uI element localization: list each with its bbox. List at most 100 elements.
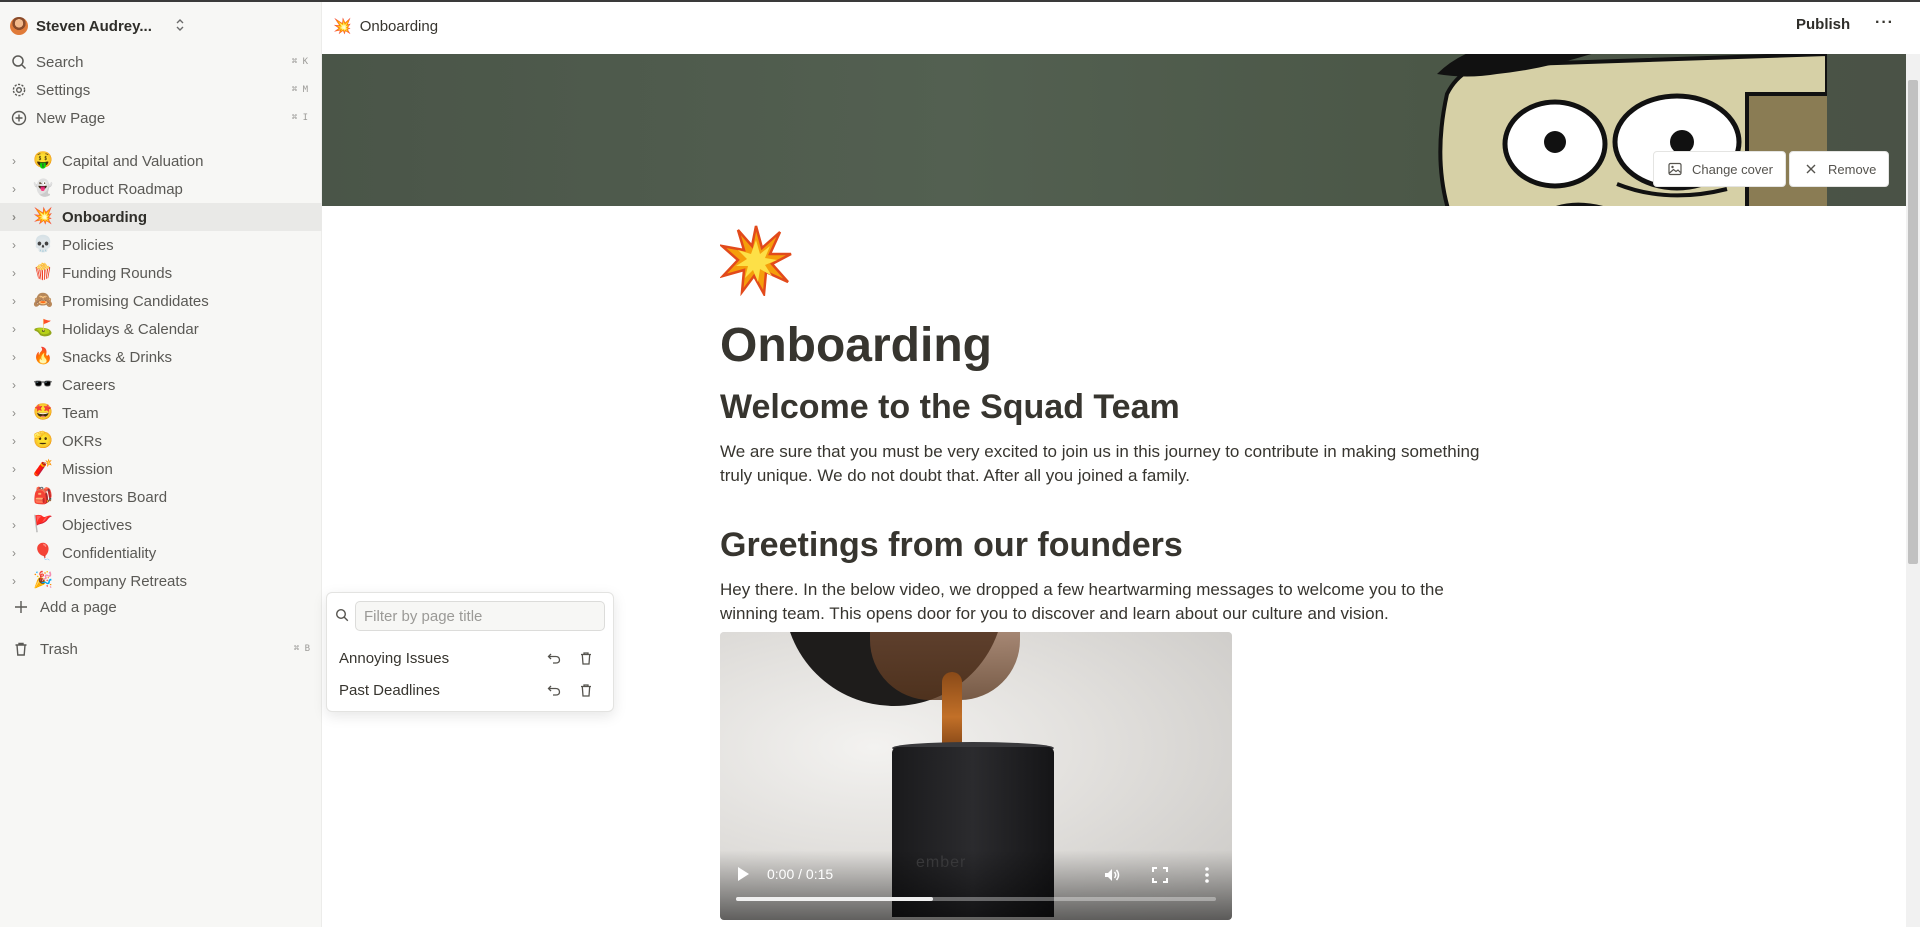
breadcrumb[interactable]: 💥 Onboarding — [333, 17, 438, 36]
chevron-right-icon[interactable]: › — [12, 350, 26, 364]
trash-list-item[interactable]: Past Deadlines — [327, 675, 613, 705]
page-label: Product Roadmap — [62, 180, 183, 198]
delete-icon[interactable] — [577, 649, 595, 667]
workspace-switcher[interactable]: Steven Audrey... — [10, 13, 184, 39]
search-button[interactable]: Search ⌘ K — [10, 49, 310, 75]
settings-button[interactable]: Settings ⌘ M — [10, 77, 310, 103]
page-tree: › 🤑 Capital and Valuation › 👻 Product Roadmap… — [0, 147, 322, 595]
chevron-right-icon[interactable]: › — [12, 574, 26, 588]
search-icon — [10, 53, 28, 71]
settings-label: Settings — [36, 81, 91, 99]
plus-circle-icon — [10, 109, 28, 127]
sidebar-page-item[interactable]: › ⛳ Holidays & Calendar — [0, 315, 322, 343]
page-emoji: 🙈 — [33, 292, 53, 309]
sidebar-page-item[interactable]: › 🔥 Snacks & Drinks — [0, 343, 322, 371]
chevron-right-icon[interactable]: › — [12, 154, 26, 168]
image-icon — [1666, 160, 1684, 178]
chevron-right-icon[interactable]: › — [12, 406, 26, 420]
page-emoji: 🧨 — [33, 460, 53, 477]
sidebar-page-item[interactable]: › 🎒 Investors Board — [0, 483, 322, 511]
trash-shortcut: ⌘ B — [293, 644, 310, 654]
sidebar-page-item[interactable]: › 💥 Onboarding — [0, 203, 322, 231]
page-emoji: 🤑 — [33, 152, 53, 169]
scrollbar-thumb[interactable] — [1908, 80, 1918, 564]
sidebar-page-item[interactable]: › 👻 Product Roadmap — [0, 175, 322, 203]
page-label: Investors Board — [62, 488, 168, 506]
chevron-right-icon[interactable]: › — [12, 266, 26, 280]
chevron-right-icon[interactable]: › — [12, 490, 26, 504]
workspace-name: Steven Audrey... — [36, 17, 152, 35]
page-emoji: 🎒 — [33, 488, 53, 505]
search-icon — [335, 608, 351, 624]
delete-icon[interactable] — [577, 681, 595, 699]
chevron-right-icon[interactable]: › — [12, 322, 26, 336]
play-icon[interactable] — [736, 866, 752, 882]
change-cover-label: Change cover — [1692, 161, 1773, 177]
sidebar-page-item[interactable]: › 🕶️ Careers — [0, 371, 322, 399]
breadcrumb-emoji: 💥 — [333, 18, 352, 35]
page-emoji: 💀 — [33, 236, 53, 253]
gear-icon — [10, 81, 28, 99]
restore-icon[interactable] — [545, 681, 563, 699]
more-vertical-icon[interactable] — [1198, 866, 1216, 884]
chevron-right-icon[interactable]: › — [12, 378, 26, 392]
more-options-icon[interactable]: ··· — [1875, 14, 1894, 32]
trash-button[interactable]: Trash ⌘ B — [12, 640, 310, 658]
heading-welcome[interactable]: Welcome to the Squad Team — [720, 388, 1180, 427]
chevron-right-icon[interactable]: › — [12, 294, 26, 308]
page-emoji: 🫡 — [33, 432, 53, 449]
sidebar: Steven Audrey... Search ⌘ K Settings ⌘ M… — [0, 2, 322, 927]
sidebar-page-item[interactable]: › 🙈 Promising Candidates — [0, 287, 322, 315]
new-page-button[interactable]: New Page ⌘ I — [10, 105, 310, 131]
page-label: Onboarding — [62, 208, 147, 226]
page-emoji: 🕶️ — [33, 376, 53, 393]
remove-cover-button[interactable]: Remove — [1789, 151, 1890, 187]
add-page-button[interactable]: Add a page — [12, 598, 117, 616]
page-emoji: 🤩 — [33, 404, 53, 421]
search-shortcut: ⌘ K — [291, 57, 308, 67]
change-cover-button[interactable]: Change cover — [1653, 151, 1786, 187]
page-emoji: 👻 — [33, 180, 53, 197]
sidebar-page-item[interactable]: › 🧨 Mission — [0, 455, 322, 483]
trash-label: Trash — [40, 640, 78, 658]
chevron-right-icon[interactable]: › — [12, 434, 26, 448]
chevron-right-icon[interactable]: › — [12, 182, 26, 196]
chevron-right-icon[interactable]: › — [12, 210, 26, 224]
chevron-right-icon[interactable]: › — [12, 546, 26, 560]
sidebar-page-item[interactable]: › 💀 Policies — [0, 231, 322, 259]
publish-button[interactable]: Publish — [1796, 16, 1850, 33]
chevron-right-icon[interactable]: › — [12, 238, 26, 252]
chevron-right-icon[interactable]: › — [12, 518, 26, 532]
sidebar-page-item[interactable]: › 🤩 Team — [0, 399, 322, 427]
page-title[interactable]: Onboarding — [720, 318, 992, 373]
fullscreen-icon[interactable] — [1151, 866, 1169, 884]
restore-icon[interactable] — [545, 649, 563, 667]
trash-item-label: Annoying Issues — [339, 649, 450, 667]
sidebar-page-item[interactable]: › 🚩 Objectives — [0, 511, 322, 539]
chevron-right-icon[interactable]: › — [12, 462, 26, 476]
trash-popover: Annoying Issues Past Deadlines — [326, 592, 614, 712]
top-bar: 💥 Onboarding Publish ··· — [323, 2, 1920, 54]
sidebar-page-item[interactable]: › 🎈 Confidentiality — [0, 539, 322, 567]
trash-list-item[interactable]: Annoying Issues — [327, 643, 613, 673]
page-label: Company Retreats — [62, 572, 188, 590]
page-label: Holidays & Calendar — [62, 320, 199, 338]
page-emoji: 🎉 — [33, 572, 53, 589]
paragraph-welcome[interactable]: We are sure that you must be very excite… — [720, 440, 1500, 488]
heading-greetings[interactable]: Greetings from our founders — [720, 526, 1183, 565]
page-emoji-icon[interactable] — [720, 224, 792, 296]
page-emoji: 🎈 — [33, 544, 53, 561]
sidebar-page-item[interactable]: › 🫡 OKRs — [0, 427, 322, 455]
video-progress-bar[interactable] — [736, 897, 1216, 901]
filter-by-title-input[interactable] — [355, 601, 605, 631]
page-label: Objectives — [62, 516, 133, 534]
chevron-up-down-icon[interactable] — [170, 14, 190, 36]
paragraph-greetings[interactable]: Hey there. In the below video, we droppe… — [720, 578, 1500, 626]
sidebar-page-item[interactable]: › 🍿 Funding Rounds — [0, 259, 322, 287]
video-progress-fill — [736, 897, 933, 901]
sidebar-page-item[interactable]: › 🎉 Company Retreats — [0, 567, 322, 595]
volume-icon[interactable] — [1103, 866, 1121, 884]
sidebar-page-item[interactable]: › 🤑 Capital and Valuation — [0, 147, 322, 175]
new-page-shortcut: ⌘ I — [291, 113, 308, 123]
video-player[interactable]: ember 0:00 / 0:15 — [720, 632, 1232, 920]
